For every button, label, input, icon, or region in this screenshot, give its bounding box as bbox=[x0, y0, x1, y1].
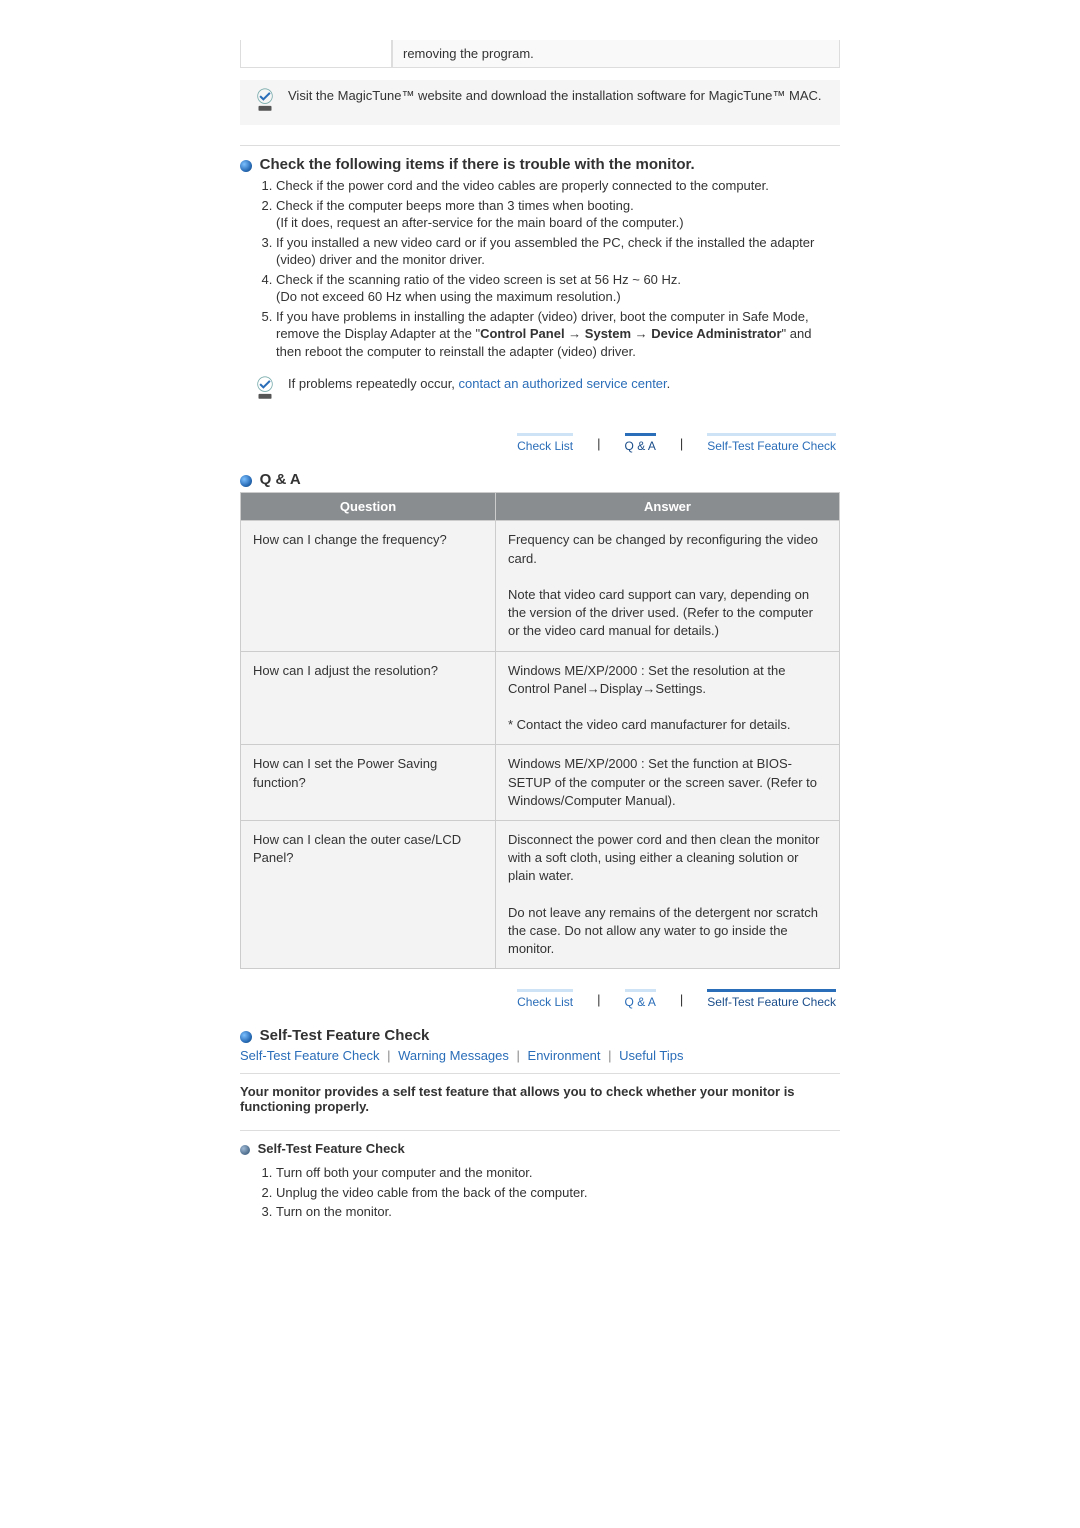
qa-question: How can I clean the outer case/LCD Panel… bbox=[241, 820, 496, 968]
qa-col-answer: Answer bbox=[496, 493, 840, 521]
tab-selftest-label: Self-Test Feature Check bbox=[707, 439, 836, 453]
tab-qa[interactable]: Q & A bbox=[621, 989, 660, 1009]
selftest-subheading-row: Self-Test Feature Check bbox=[240, 1141, 840, 1156]
table-row: How can I clean the outer case/LCD Panel… bbox=[241, 820, 840, 968]
table-row: How can I adjust the resolution? Windows… bbox=[241, 651, 840, 745]
check-item: Check if the computer beeps more than 3 … bbox=[276, 197, 840, 232]
bullet-icon bbox=[240, 1031, 252, 1043]
tab-qa[interactable]: Q & A bbox=[621, 433, 660, 453]
contact-link[interactable]: contact an authorized service center bbox=[459, 376, 667, 391]
anchor-warning[interactable]: Warning Messages bbox=[398, 1048, 509, 1063]
check-item: If you installed a new video card or if … bbox=[276, 234, 840, 269]
tabs-row-selftest: Check List | Q & A | Self-Test Feature C… bbox=[240, 989, 840, 1009]
contact-prefix: If problems repeatedly occur, bbox=[288, 376, 459, 391]
check-item: Check if the power cord and the video ca… bbox=[276, 177, 840, 195]
qa-question: How can I set the Power Saving function? bbox=[241, 745, 496, 821]
list-item: Turn off both your computer and the moni… bbox=[276, 1164, 840, 1182]
check-item: Check if the scanning ratio of the video… bbox=[276, 271, 840, 306]
selftest-subheading: Self-Test Feature Check bbox=[258, 1141, 405, 1156]
tab-checklist-label: Check List bbox=[517, 995, 573, 1009]
bullet-icon bbox=[240, 475, 252, 487]
tab-selftest-label: Self-Test Feature Check bbox=[707, 995, 836, 1009]
anchor-tips[interactable]: Useful Tips bbox=[619, 1048, 683, 1063]
qa-heading-row: Q & A bbox=[240, 471, 840, 488]
qa-answer: Windows ME/XP/2000 : Set the resolution … bbox=[496, 651, 840, 745]
bullet-icon bbox=[240, 160, 252, 172]
tab-separator: | bbox=[597, 992, 600, 1007]
tab-separator: | bbox=[680, 992, 683, 1007]
qa-answer: Frequency can be changed by reconfigurin… bbox=[496, 521, 840, 651]
selftest-heading-row: Self-Test Feature Check bbox=[240, 1027, 840, 1044]
tab-selftest[interactable]: Self-Test Feature Check bbox=[703, 989, 840, 1009]
anchor-selftest[interactable]: Self-Test Feature Check bbox=[240, 1048, 379, 1063]
tabs-row-qa: Check List | Q & A | Self-Test Feature C… bbox=[240, 433, 840, 453]
check-list: Check if the power cord and the video ca… bbox=[240, 177, 840, 360]
tab-separator: | bbox=[680, 436, 683, 451]
qa-heading: Q & A bbox=[260, 471, 301, 488]
tab-checklist[interactable]: Check List bbox=[513, 989, 577, 1009]
qa-table: Question Answer How can I change the fre… bbox=[240, 492, 840, 969]
residual-left-cell bbox=[240, 40, 392, 68]
selftest-heading: Self-Test Feature Check bbox=[260, 1027, 430, 1044]
tab-checklist[interactable]: Check List bbox=[513, 433, 577, 453]
check-item: If you have problems in installing the a… bbox=[276, 308, 840, 361]
list-item: Unplug the video cable from the back of … bbox=[276, 1184, 840, 1202]
tab-separator: | bbox=[597, 436, 600, 451]
tab-qa-label: Q & A bbox=[625, 995, 656, 1009]
contact-note-text: If problems repeatedly occur, contact an… bbox=[280, 376, 830, 391]
qa-col-question: Question bbox=[241, 493, 496, 521]
qa-answer: Windows ME/XP/2000 : Set the function at… bbox=[496, 745, 840, 821]
check-item-5-bold: Control Panel → System → Device Administ… bbox=[480, 326, 781, 341]
selftest-anchor-links: Self-Test Feature Check | Warning Messag… bbox=[240, 1048, 840, 1063]
mac-note-text: Visit the MagicTune™ website and downloa… bbox=[280, 88, 830, 103]
selftest-intro: Your monitor provides a self test featur… bbox=[240, 1084, 840, 1114]
contact-suffix: . bbox=[667, 376, 671, 391]
qa-answer: Disconnect the power cord and then clean… bbox=[496, 820, 840, 968]
divider bbox=[240, 1130, 840, 1131]
qa-question: How can I adjust the resolution? bbox=[241, 651, 496, 745]
selftest-steps: Turn off both your computer and the moni… bbox=[240, 1164, 840, 1221]
tab-checklist-label: Check List bbox=[517, 439, 573, 453]
tab-selftest[interactable]: Self-Test Feature Check bbox=[703, 433, 840, 453]
pipe-separator: | bbox=[604, 1048, 615, 1063]
divider bbox=[240, 145, 840, 146]
table-row: How can I change the frequency? Frequenc… bbox=[241, 521, 840, 651]
check-heading: Check the following items if there is tr… bbox=[260, 156, 695, 173]
divider bbox=[240, 1073, 840, 1074]
pipe-separator: | bbox=[383, 1048, 394, 1063]
qa-question: How can I change the frequency? bbox=[241, 521, 496, 651]
anchor-environment[interactable]: Environment bbox=[528, 1048, 601, 1063]
pipe-separator: | bbox=[513, 1048, 524, 1063]
tab-qa-label: Q & A bbox=[625, 439, 656, 453]
list-item: Turn on the monitor. bbox=[276, 1203, 840, 1221]
residual-table: removing the program. bbox=[240, 40, 840, 68]
residual-text-cell: removing the program. bbox=[392, 40, 840, 68]
tick-icon bbox=[250, 376, 280, 405]
bullet-icon bbox=[240, 1145, 250, 1155]
check-heading-row: Check the following items if there is tr… bbox=[240, 156, 840, 173]
contact-note-row: If problems repeatedly occur, contact an… bbox=[240, 368, 840, 413]
table-row: How can I set the Power Saving function?… bbox=[241, 745, 840, 821]
mac-note-row: Visit the MagicTune™ website and downloa… bbox=[240, 80, 840, 125]
tick-icon bbox=[250, 88, 280, 117]
